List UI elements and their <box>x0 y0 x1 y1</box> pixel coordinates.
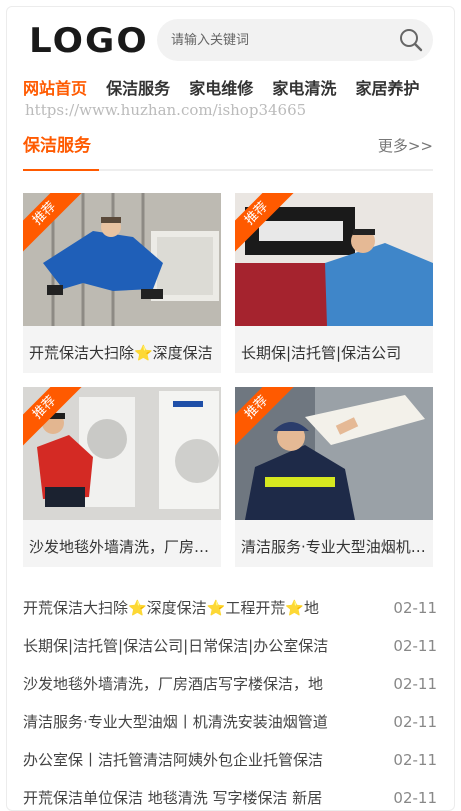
card-image[interactable]: 推荐 <box>23 193 221 326</box>
nav-item-appliance-cleaning[interactable]: 家电清洗 <box>272 77 336 101</box>
list-item-date: 02-11 <box>393 599 437 617</box>
list-item-date: 02-11 <box>393 675 437 693</box>
header: LOGO <box>7 7 454 73</box>
watermark: https://www.huzhan.com/ishop34665 <box>25 101 307 119</box>
list-item-title[interactable]: 办公室保丨洁托管清洁阿姨外包企业托管保洁 <box>23 741 367 779</box>
list-item[interactable]: 开荒保洁单位保洁 地毯清洗 写字楼保洁 新居 02-11 <box>23 779 437 810</box>
search-bar[interactable] <box>157 19 433 61</box>
more-link[interactable]: 更多>> <box>378 135 433 157</box>
section-underline <box>23 169 99 171</box>
card-image[interactable]: 推荐 <box>235 193 433 326</box>
list-item-title[interactable]: 沙发地毯外墙清洗，厂房酒店写字楼保洁，地 <box>23 665 367 703</box>
list-item-title[interactable]: 开荒保洁单位保洁 地毯清洗 写字楼保洁 新居 <box>23 779 367 810</box>
list-item[interactable]: 办公室保丨洁托管清洁阿姨外包企业托管保洁 02-11 <box>23 741 437 779</box>
nav-item-cleaning[interactable]: 保洁服务 <box>106 77 170 101</box>
card-caption[interactable]: 开荒保洁大扫除⭐深度保洁 <box>29 343 217 363</box>
page: LOGO 网站首页 保洁服务 家电维修 家电清洗 家居养护 https://ww… <box>6 6 455 811</box>
product-card[interactable]: 推荐 清洁服务·专业大型油烟机清洗 <box>235 387 433 567</box>
list-item-title[interactable]: 清洁服务·专业大型油烟丨机清洗安装油烟管道 <box>23 703 367 741</box>
list-item-date: 02-11 <box>393 637 437 655</box>
list-item[interactable]: 沙发地毯外墙清洗，厂房酒店写字楼保洁，地 02-11 <box>23 665 437 703</box>
section-title: 保洁服务 <box>23 136 91 156</box>
card-caption[interactable]: 长期保|洁托管|保洁公司 <box>241 343 429 363</box>
list-item-title[interactable]: 开荒保洁大扫除⭐深度保洁⭐工程开荒⭐地 <box>23 589 367 627</box>
section-header: 保洁服务 更多>> <box>23 129 433 171</box>
list-item[interactable]: 清洁服务·专业大型油烟丨机清洗安装油烟管道 02-11 <box>23 703 437 741</box>
card-caption[interactable]: 沙发地毯外墙清洗，厂房酒店 <box>29 537 217 557</box>
list-item[interactable]: 长期保|洁托管|保洁公司|日常保洁|办公室保洁 02-11 <box>23 627 437 665</box>
list-item-date: 02-11 <box>393 713 437 731</box>
search-icon[interactable] <box>399 28 423 52</box>
nav-item-home[interactable]: 网站首页 <box>23 77 87 101</box>
card-caption[interactable]: 清洁服务·专业大型油烟机清洗 <box>241 537 429 557</box>
card-image[interactable]: 推荐 <box>235 387 433 520</box>
nav-item-repair[interactable]: 家电维修 <box>189 77 253 101</box>
list-item-date: 02-11 <box>393 751 437 769</box>
article-list: 开荒保洁大扫除⭐深度保洁⭐工程开荒⭐地 02-11 长期保|洁托管|保洁公司|日… <box>23 589 437 810</box>
search-input[interactable] <box>171 19 391 61</box>
product-card[interactable]: 推荐 长期保|洁托管|保洁公司 <box>235 193 433 373</box>
list-item-date: 02-11 <box>393 789 437 807</box>
card-image[interactable]: 推荐 <box>23 387 221 520</box>
nav-item-home-care[interactable]: 家居养护 <box>355 77 419 101</box>
list-item-title[interactable]: 长期保|洁托管|保洁公司|日常保洁|办公室保洁 <box>23 627 367 665</box>
product-card[interactable]: 推荐 沙发地毯外墙清洗，厂房酒店 <box>23 387 221 567</box>
logo[interactable]: LOGO <box>29 21 149 61</box>
list-item[interactable]: 开荒保洁大扫除⭐深度保洁⭐工程开荒⭐地 02-11 <box>23 589 437 627</box>
product-card[interactable]: 推荐 开荒保洁大扫除⭐深度保洁 <box>23 193 221 373</box>
